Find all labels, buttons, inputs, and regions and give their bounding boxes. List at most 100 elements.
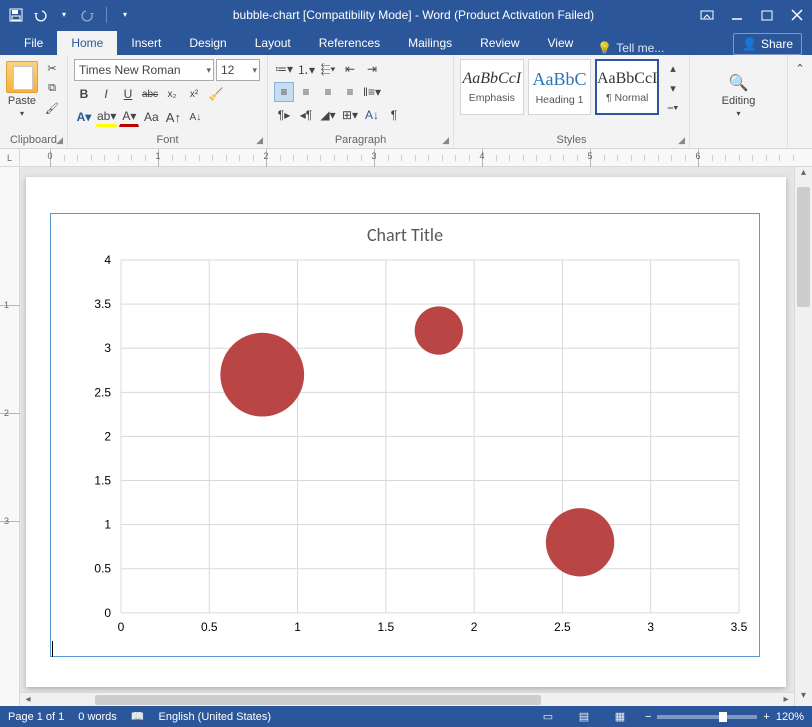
view-web-icon[interactable]: ▦ [609,709,631,725]
tab-home[interactable]: Home [57,31,117,55]
styles-scroll-down-icon[interactable]: ▾ [663,79,683,97]
multilevel-list-button[interactable]: ⬱▾ [318,59,338,79]
redo-icon[interactable] [78,5,98,25]
copy-button[interactable]: ⧉ [42,79,62,97]
view-read-icon[interactable]: ▭ [537,709,559,725]
undo-dropdown-icon[interactable]: ▾ [54,5,74,25]
zoom-value[interactable]: 120% [776,711,804,723]
tab-mailings[interactable]: Mailings [394,31,466,55]
shrink-font-button[interactable]: A↓ [185,107,205,127]
tab-layout[interactable]: Layout [241,31,305,55]
chart-title[interactable]: Chart Title [51,214,759,252]
style-emphasis[interactable]: AaBbCcI Emphasis [460,59,524,115]
align-left-button[interactable]: ≡ [274,82,294,102]
zoom-in-button[interactable]: + [763,711,769,723]
status-proofing-icon[interactable]: 📖 [131,710,145,723]
tell-me-search[interactable]: 💡 Tell me... [597,41,664,55]
change-case-button[interactable]: Aa [141,107,161,127]
sort-button[interactable]: A↓ [362,105,382,125]
ltr-button[interactable]: ¶▸ [274,105,294,125]
page[interactable]: Chart Title 00.511.522.533.500.511.522.5… [26,177,786,687]
styles-launcher-icon[interactable]: ◢ [678,135,685,146]
rtl-button[interactable]: ◂¶ [296,105,316,125]
qat-customize-icon[interactable]: ▾ [115,5,135,25]
highlight-button[interactable]: ab▾ [96,107,117,127]
italic-button[interactable]: I [96,84,116,104]
subscript-button[interactable]: x₂ [162,84,182,104]
font-size-combo[interactable]: 12▾ [216,59,260,81]
style-normal[interactable]: AaBbCcI ¶ Normal [595,59,659,115]
status-words[interactable]: 0 words [78,711,117,723]
scrollbar-horizontal[interactable]: ◂ ▸ [20,692,794,706]
bubble-point[interactable] [415,306,463,354]
minimize-icon[interactable] [722,5,752,25]
bullets-button[interactable]: ≔▾ [274,59,294,79]
scroll-v-thumb[interactable] [797,187,810,307]
close-icon[interactable] [782,5,812,25]
scrollbar-vertical[interactable]: ▴ ▾ [794,167,812,706]
save-icon[interactable] [6,5,26,25]
decrease-indent-button[interactable]: ⇤ [340,59,360,79]
paragraph-launcher-icon[interactable]: ◢ [442,135,449,146]
group-styles-label: Styles◢ [460,132,683,146]
zoom-slider[interactable] [657,715,757,719]
bold-button[interactable]: B [74,84,94,104]
ruler-vertical[interactable]: 123 [0,167,20,706]
tab-references[interactable]: References [305,31,394,55]
font-color-button[interactable]: A▾ [119,107,139,127]
justify-button[interactable]: ≡ [340,82,360,102]
text-effects-button[interactable]: A▾ [74,107,94,127]
view-print-icon[interactable]: ▤ [573,709,595,725]
tab-file[interactable]: File [10,31,57,55]
shading-button[interactable]: ◢▾ [318,105,338,125]
paste-button[interactable]: Paste ▾ [6,59,38,118]
scroll-down-icon[interactable]: ▾ [795,690,812,706]
increase-indent-button[interactable]: ⇥ [362,59,382,79]
bubble-point[interactable] [546,508,614,576]
align-right-button[interactable]: ≡ [318,82,338,102]
tab-design[interactable]: Design [175,31,240,55]
chart-object[interactable]: Chart Title 00.511.522.533.500.511.522.5… [50,213,760,657]
format-painter-button[interactable]: 🖌 [42,99,62,117]
cut-button[interactable]: ✂ [42,59,62,77]
ruler-horizontal[interactable]: 0123456 [20,149,794,167]
borders-button[interactable]: ⊞▾ [340,105,360,125]
grow-font-button[interactable]: A↑ [163,107,183,127]
chart-plot-area[interactable]: 00.511.522.533.500.511.522.533.54 [121,260,739,613]
share-button[interactable]: 👤 Share [733,33,802,55]
font-launcher-icon[interactable]: ◢ [256,135,263,146]
strikethrough-button[interactable]: abc [140,84,160,104]
scroll-right-icon[interactable]: ▸ [778,694,794,705]
collapse-ribbon-icon[interactable]: ⌃ [790,59,810,77]
superscript-button[interactable]: x² [184,84,204,104]
scroll-left-icon[interactable]: ◂ [20,694,36,705]
ribbon-options-icon[interactable] [692,5,722,25]
maximize-icon[interactable] [752,5,782,25]
styles-scroll-up-icon[interactable]: ▴ [663,59,683,77]
tab-review[interactable]: Review [466,31,533,55]
tab-view[interactable]: View [534,31,588,55]
document-scroll[interactable]: Chart Title 00.511.522.533.500.511.522.5… [20,167,794,706]
undo-icon[interactable] [30,5,50,25]
status-page[interactable]: Page 1 of 1 [8,711,64,723]
clear-formatting-button[interactable]: 🧹 [206,84,226,104]
underline-button[interactable]: U [118,84,138,104]
find-icon[interactable]: 🔍 [728,73,750,93]
status-language[interactable]: English (United States) [159,711,272,723]
zoom-out-button[interactable]: − [645,711,651,723]
style-heading1[interactable]: AaBbC Heading 1 [528,59,592,115]
bubble-point[interactable] [220,333,304,417]
font-name-combo[interactable]: Times New Roman▾ [74,59,214,81]
scroll-up-icon[interactable]: ▴ [795,167,812,183]
styles-more-icon[interactable]: ⎯▾ [663,99,683,117]
align-center-button[interactable]: ≡ [296,82,316,102]
scroll-h-thumb[interactable] [95,695,540,705]
numbering-button[interactable]: ⒈▾ [296,59,316,79]
svg-text:1.5: 1.5 [378,620,395,634]
show-paragraph-marks-button[interactable]: ¶ [384,105,404,125]
zoom-slider-knob[interactable] [719,712,727,722]
line-spacing-button[interactable]: ‖≡▾ [362,82,382,102]
tab-insert[interactable]: Insert [117,31,175,55]
editing-dropdown-icon[interactable]: ▾ [736,109,740,118]
clipboard-launcher-icon[interactable]: ◢ [56,135,63,146]
